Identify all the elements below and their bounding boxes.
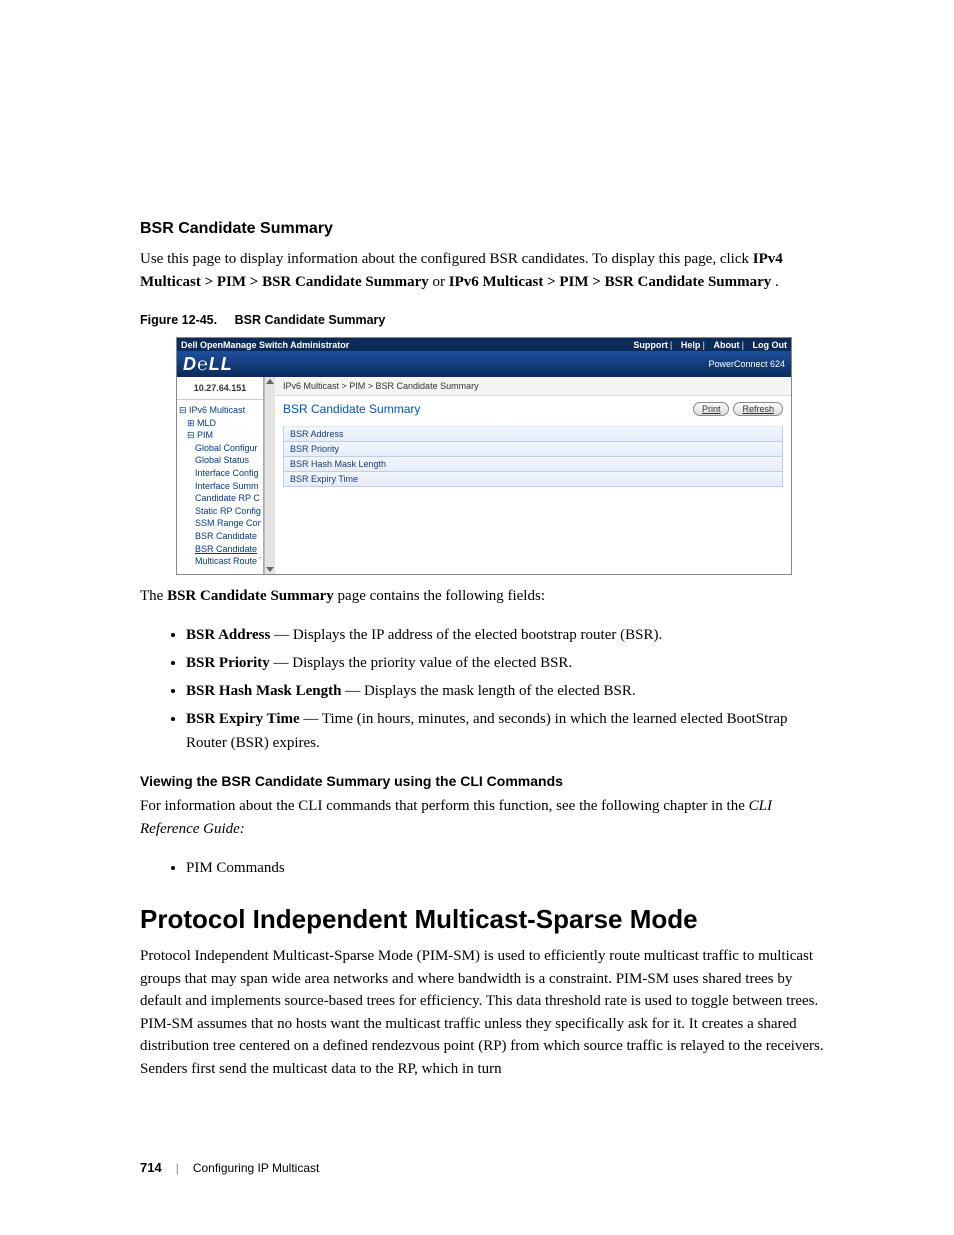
field-name: BSR Address [186, 627, 270, 643]
figure-number: Figure 12-45. [140, 313, 217, 327]
field-name: BSR Hash Mask Length [186, 683, 341, 699]
cli-bullet-item: PIM Commands [186, 856, 824, 880]
tree-item[interactable]: Interface Summ [195, 480, 261, 493]
after-fig-strong: BSR Candidate Summary [167, 588, 334, 604]
figure-screenshot: Dell OpenManage Switch Administrator Sup… [176, 337, 792, 575]
dell-logo: D℮LL [183, 354, 233, 375]
sidebar: 10.27.64.151 ⊟ IPv6 Multicast ⊞ MLD ⊟ PI… [177, 377, 264, 574]
print-button[interactable]: Print [693, 402, 730, 416]
heading-cli: Viewing the BSR Candidate Summary using … [140, 773, 824, 789]
link-about[interactable]: About [713, 340, 739, 350]
scroll-up-icon[interactable] [266, 379, 274, 384]
sidebar-scrollbar[interactable] [264, 377, 275, 574]
tree-item[interactable]: SSM Range Con [195, 517, 261, 530]
field-row: BSR Hash Mask Length [283, 457, 783, 472]
tree-item[interactable]: Global Configur [195, 442, 261, 455]
field-rows: BSR AddressBSR PriorityBSR Hash Mask Len… [283, 426, 783, 487]
intro-pre: Use this page to display information abo… [140, 251, 753, 267]
intro-path2: IPv6 Multicast > PIM > BSR Candidate Sum… [449, 274, 772, 290]
sidebar-ip: 10.27.64.151 [177, 377, 263, 400]
field-bullet: BSR Address — Displays the IP address of… [186, 623, 824, 647]
figure-title: BSR Candidate Summary [235, 313, 386, 327]
tree-item[interactable]: Global Status [195, 454, 261, 467]
cli-paragraph: For information about the CLI commands t… [140, 795, 824, 840]
breadcrumb: IPv6 Multicast > PIM > BSR Candidate Sum… [275, 377, 791, 396]
field-name: BSR Expiry Time [186, 711, 300, 727]
field-bullet: BSR Expiry Time — Time (in hours, minute… [186, 707, 824, 755]
tree-item[interactable]: BSR Candidate [195, 530, 261, 543]
tree-pim[interactable]: ⊟ PIM [187, 429, 261, 442]
refresh-button[interactable]: Refresh [733, 402, 783, 416]
tree-item[interactable]: Multicast Route Ta [195, 555, 261, 568]
field-desc: — Displays the mask length of the electe… [341, 683, 635, 699]
tree-root[interactable]: ⊟ IPv6 Multicast [179, 404, 261, 417]
field-bullet: BSR Priority — Displays the priority val… [186, 651, 824, 675]
field-row: BSR Address [283, 426, 783, 442]
intro-paragraph: Use this page to display information abo… [140, 248, 824, 293]
scroll-down-icon[interactable] [266, 567, 274, 572]
nav-tree[interactable]: ⊟ IPv6 Multicast ⊞ MLD ⊟ PIM Global Conf… [177, 400, 263, 574]
after-figure-text: The BSR Candidate Summary page contains … [140, 585, 824, 608]
after-fig-tail: page contains the following fields: [338, 588, 545, 604]
field-name: BSR Priority [186, 655, 270, 671]
link-support[interactable]: Support [633, 340, 668, 350]
tree-item[interactable]: Static RP Config [195, 505, 261, 518]
after-fig-pre: The [140, 588, 167, 604]
heading-bsr-summary: BSR Candidate Summary [140, 220, 824, 238]
panel-title: BSR Candidate Summary [283, 402, 420, 416]
field-bullet: BSR Hash Mask Length — Displays the mask… [186, 679, 824, 703]
intro-post: . [775, 274, 779, 290]
tree-item[interactable]: BSR Candidate [195, 543, 261, 556]
tree-item[interactable]: Interface Config [195, 467, 261, 480]
app-top-bar: Dell OpenManage Switch Administrator Sup… [177, 338, 791, 351]
page-footer: 714 | Configuring IP Multicast [140, 1160, 824, 1175]
link-logout[interactable]: Log Out [753, 340, 788, 350]
main-panel: IPv6 Multicast > PIM > BSR Candidate Sum… [275, 377, 791, 574]
field-row: BSR Expiry Time [283, 472, 783, 487]
footer-separator-icon: | [176, 1161, 179, 1175]
field-desc: — Displays the priority value of the ele… [270, 655, 572, 671]
page-number: 714 [140, 1160, 162, 1175]
device-label: PowerConnect 624 [708, 359, 785, 369]
logo-bar: D℮LL PowerConnect 624 [177, 351, 791, 377]
footer-chapter: Configuring IP Multicast [193, 1161, 320, 1175]
tree-mld[interactable]: ⊞ MLD [187, 417, 261, 430]
field-row: BSR Priority [283, 442, 783, 457]
heading-pimsm: Protocol Independent Multicast-Sparse Mo… [140, 904, 824, 935]
field-desc: — Displays the IP address of the elected… [270, 627, 662, 643]
intro-mid: or [433, 274, 449, 290]
pimsm-paragraph: Protocol Independent Multicast-Sparse Mo… [140, 945, 824, 1080]
field-bullet-list: BSR Address — Displays the IP address of… [140, 623, 824, 755]
tree-item[interactable]: Candidate RP C [195, 492, 261, 505]
cli-bullet-list: PIM Commands [140, 856, 824, 880]
app-title: Dell OpenManage Switch Administrator [181, 340, 349, 350]
figure-caption: Figure 12-45. BSR Candidate Summary [140, 313, 824, 327]
link-help[interactable]: Help [681, 340, 701, 350]
cli-text: For information about the CLI commands t… [140, 798, 749, 814]
